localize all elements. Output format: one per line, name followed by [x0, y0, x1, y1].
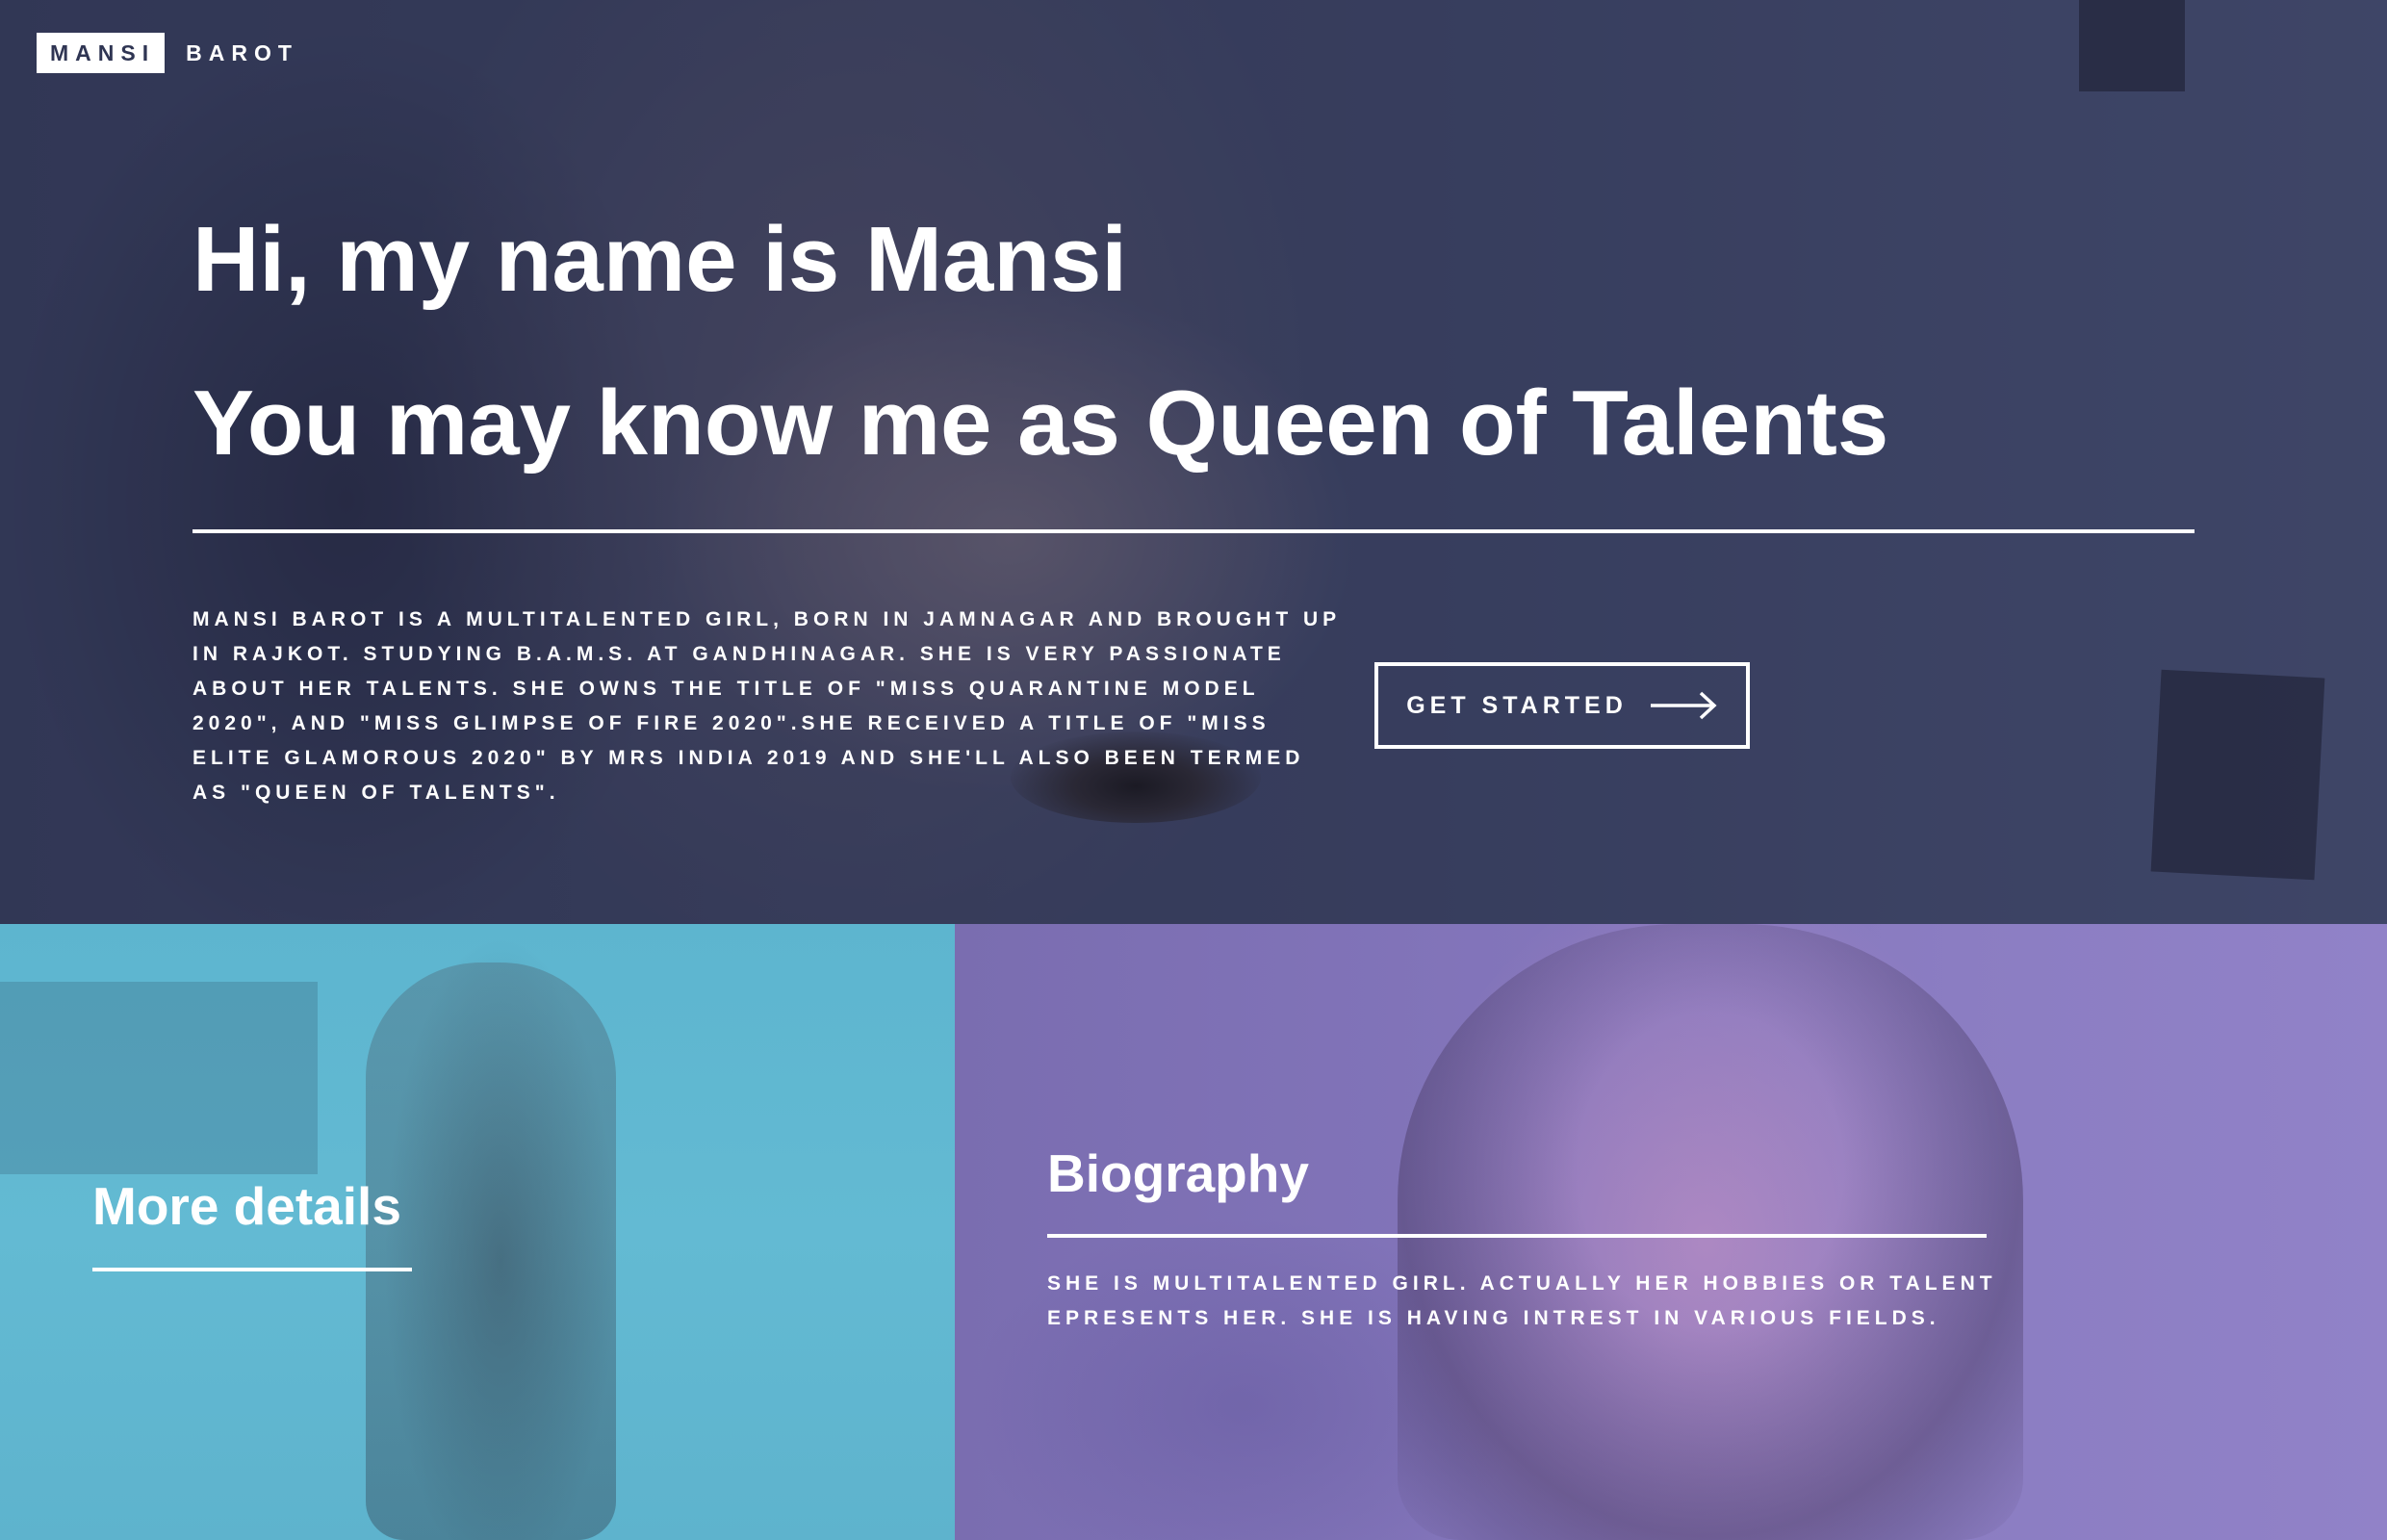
hero-divider	[192, 529, 2194, 533]
logo-last-name: BAROT	[186, 39, 298, 65]
panel-photo-detail	[366, 962, 616, 1540]
get-started-label: GET STARTED	[1406, 691, 1628, 719]
background-photo-detail	[2079, 0, 2185, 91]
get-started-button[interactable]: GET STARTED	[1374, 662, 1750, 749]
more-details-divider	[92, 1268, 412, 1271]
biography-panel[interactable]	[955, 924, 2387, 1540]
biography-text: She is multitalented girl. Actually her …	[1047, 1272, 1997, 1329]
panel-photo-detail	[0, 982, 318, 1174]
hero-heading-title: You may know me as Queen of Talents	[192, 372, 1889, 475]
arrow-right-icon	[1650, 691, 1717, 720]
hero-heading-greeting: Hi, my name is Mansi	[192, 208, 1128, 311]
biography-divider	[1047, 1234, 1987, 1238]
panel-photo-detail	[1398, 924, 2023, 1540]
hero-intro: Mansi Barot is a multitalented girl, bor…	[192, 603, 2194, 810]
logo-first-name: MANSI	[37, 33, 166, 73]
biography-title: Biography	[1047, 1143, 1309, 1203]
hero-content: Hi, my name is Mansi You may know me as …	[192, 202, 2194, 533]
site-logo[interactable]: MANSI BAROT	[37, 33, 298, 73]
more-details-title: More details	[92, 1176, 401, 1236]
hero-description: Mansi Barot is a multitalented girl, bor…	[192, 608, 1341, 804]
